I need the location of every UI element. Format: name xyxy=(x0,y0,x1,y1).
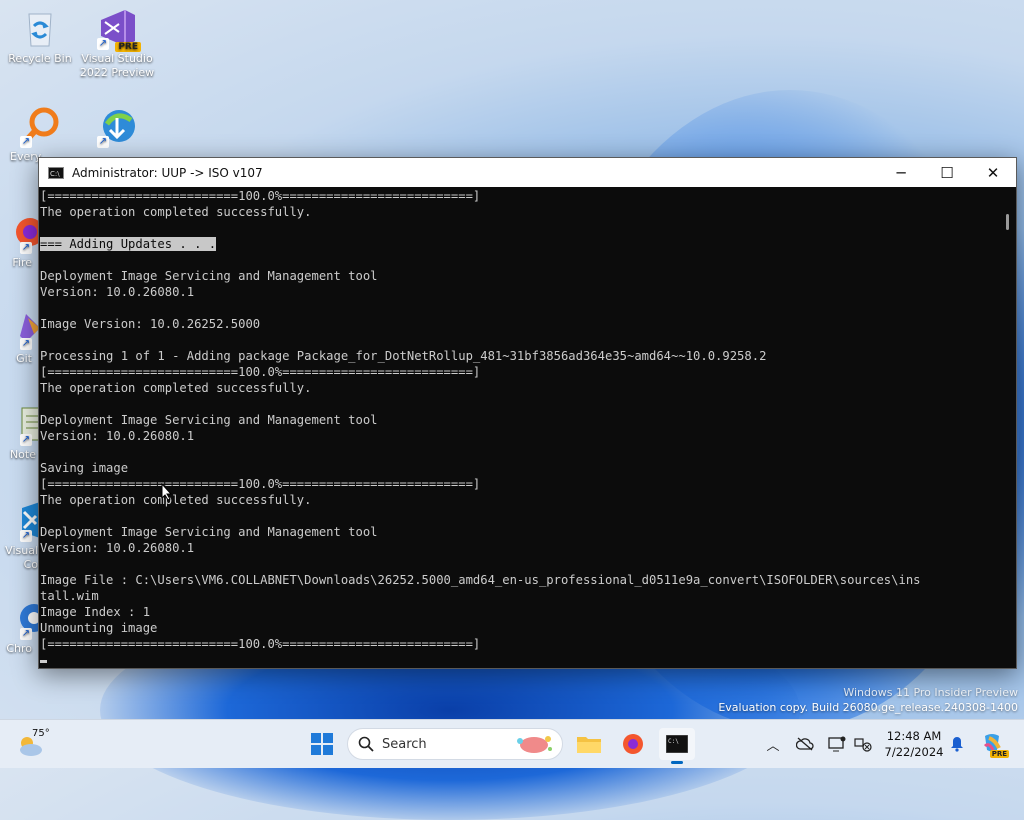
console-line: Deployment Image Servicing and Managemen… xyxy=(40,413,378,427)
show-hidden-icons-button[interactable]: ︿ xyxy=(764,720,782,768)
network-tray-button[interactable] xyxy=(852,720,874,768)
console-line: The operation completed successfully. xyxy=(40,381,312,395)
terminal-icon: C:\ xyxy=(666,735,688,753)
maximize-icon: ☐ xyxy=(940,163,954,182)
copilot-preview-badge: PRE xyxy=(989,750,1009,758)
search-placeholder: Search xyxy=(382,736,427,752)
start-button[interactable] xyxy=(306,728,338,760)
svg-text:C:\: C:\ xyxy=(668,738,679,745)
desktop-icon-visual-studio-preview[interactable]: PRE ↗ Visual Studio 2022 Preview xyxy=(77,6,157,80)
console-line: Deployment Image Servicing and Managemen… xyxy=(40,269,378,283)
shortcut-arrow-icon: ↗ xyxy=(97,38,109,50)
mouse-pointer-icon xyxy=(161,483,173,501)
monitor-icon xyxy=(828,736,846,752)
vertical-scrollbar[interactable] xyxy=(1000,188,1016,668)
console-line: Unmounting image xyxy=(40,621,158,635)
shortcut-arrow-icon: ↗ xyxy=(97,136,109,148)
evaluation-watermark: Windows 11 Pro Insider Preview Evaluatio… xyxy=(718,685,1018,715)
folder-icon xyxy=(577,737,601,753)
bell-icon xyxy=(951,737,963,752)
visual-studio-icon: PRE ↗ xyxy=(95,6,141,52)
scrollbar-thumb[interactable] xyxy=(1006,214,1009,230)
chevron-up-icon: ︿ xyxy=(766,738,780,754)
preview-badge: PRE xyxy=(115,42,141,52)
everything-search-icon: ↗ xyxy=(18,104,62,148)
shortcut-arrow-icon: ↗ xyxy=(20,434,32,446)
console-line: Image File : C:\Users\VM6.COLLABNET\Down… xyxy=(40,573,921,587)
console-cursor xyxy=(40,660,47,663)
desktop-icon-recycle-bin[interactable]: Recycle Bin xyxy=(0,6,80,66)
console-line: Saving image xyxy=(40,461,129,475)
console-line: Image Index : 1 xyxy=(40,605,151,619)
console-app-icon: C:\ xyxy=(48,166,64,179)
clock-date: 7/22/2024 xyxy=(884,745,944,759)
copilot-button[interactable]: PRE xyxy=(978,720,1009,768)
onedrive-tray-button[interactable] xyxy=(794,720,816,768)
desktop-icon-everything[interactable]: ↗ Every xyxy=(0,104,80,164)
watermark-build: Evaluation copy. Build 26080.ge_release.… xyxy=(718,701,1018,714)
console-output[interactable]: [==========================100.0%=======… xyxy=(39,188,1000,668)
taskbar-firefox[interactable] xyxy=(617,728,649,760)
taskbar-file-explorer[interactable] xyxy=(573,728,605,760)
clock-time: 12:48 AM xyxy=(886,729,942,743)
console-line: Image Version: 10.0.26252.5000 xyxy=(40,317,261,331)
shortcut-arrow-icon: ↗ xyxy=(20,136,32,148)
notifications-button[interactable] xyxy=(946,720,968,768)
console-line: [==========================100.0%=======… xyxy=(40,365,481,379)
window-title: Administrator: UUP -> ISO v107 xyxy=(72,165,263,180)
copilot-icon: PRE xyxy=(981,732,1009,758)
taskbar-clock[interactable]: 12:48 AM 7/22/2024 xyxy=(874,728,954,760)
console-line: tall.wim xyxy=(40,589,99,603)
selected-text: === Adding Updates . . . xyxy=(40,237,217,251)
console-line: === Adding Updates . . . xyxy=(40,236,1000,252)
network-disconnected-icon xyxy=(854,738,872,752)
cloud-offline-icon xyxy=(796,737,814,751)
console-line: The operation completed successfully. xyxy=(40,493,312,507)
download-manager-icon: ↗ xyxy=(95,104,139,148)
console-line: Version: 10.0.26080.1 xyxy=(40,285,195,299)
search-highlight-icon xyxy=(517,736,552,753)
console-window[interactable]: C:\ Administrator: UUP -> ISO v107 ─ ☐ ✕… xyxy=(38,157,1017,669)
console-line: Deployment Image Servicing and Managemen… xyxy=(40,525,378,539)
taskbar: 75° Search C:\ ︿ 12:48 AM 7/22/2024 PRE xyxy=(0,719,1024,768)
taskbar-search-box[interactable]: Search xyxy=(347,728,563,760)
console-line: [==========================100.0%=======… xyxy=(40,637,481,651)
active-indicator xyxy=(671,761,683,764)
display-tray-button[interactable] xyxy=(826,720,848,768)
desktop-icon-internet-download-manager[interactable]: ↗ xyxy=(77,104,157,150)
close-icon: ✕ xyxy=(986,163,1000,182)
minimize-button[interactable]: ─ xyxy=(878,158,924,187)
console-line: The operation completed successfully. xyxy=(40,205,312,219)
search-icon xyxy=(358,736,374,752)
watermark-edition: Windows 11 Pro Insider Preview xyxy=(843,686,1018,699)
close-button[interactable]: ✕ xyxy=(970,158,1016,187)
maximize-button[interactable]: ☐ xyxy=(924,158,970,187)
taskbar-terminal-active[interactable]: C:\ xyxy=(659,728,695,764)
minimize-icon: ─ xyxy=(896,163,906,182)
console-line: Version: 10.0.26080.1 xyxy=(40,541,195,555)
firefox-icon xyxy=(623,734,643,754)
shortcut-arrow-icon: ↗ xyxy=(20,338,32,350)
windows-logo-icon xyxy=(311,733,333,755)
weather-widget[interactable]: 75° xyxy=(14,726,54,762)
console-line: Version: 10.0.26080.1 xyxy=(40,429,195,443)
window-titlebar[interactable]: C:\ Administrator: UUP -> ISO v107 ─ ☐ ✕ xyxy=(39,158,1016,187)
shortcut-arrow-icon: ↗ xyxy=(20,628,32,640)
recycle-bin-icon xyxy=(18,6,62,50)
weather-temperature: 75° xyxy=(32,728,50,739)
shortcut-arrow-icon: ↗ xyxy=(20,530,32,542)
console-line: Processing 1 of 1 - Adding package Packa… xyxy=(40,349,767,363)
console-line: [==========================100.0%=======… xyxy=(40,189,481,203)
console-line: [==========================100.0%=======… xyxy=(40,477,481,491)
shortcut-arrow-icon: ↗ xyxy=(20,242,32,254)
